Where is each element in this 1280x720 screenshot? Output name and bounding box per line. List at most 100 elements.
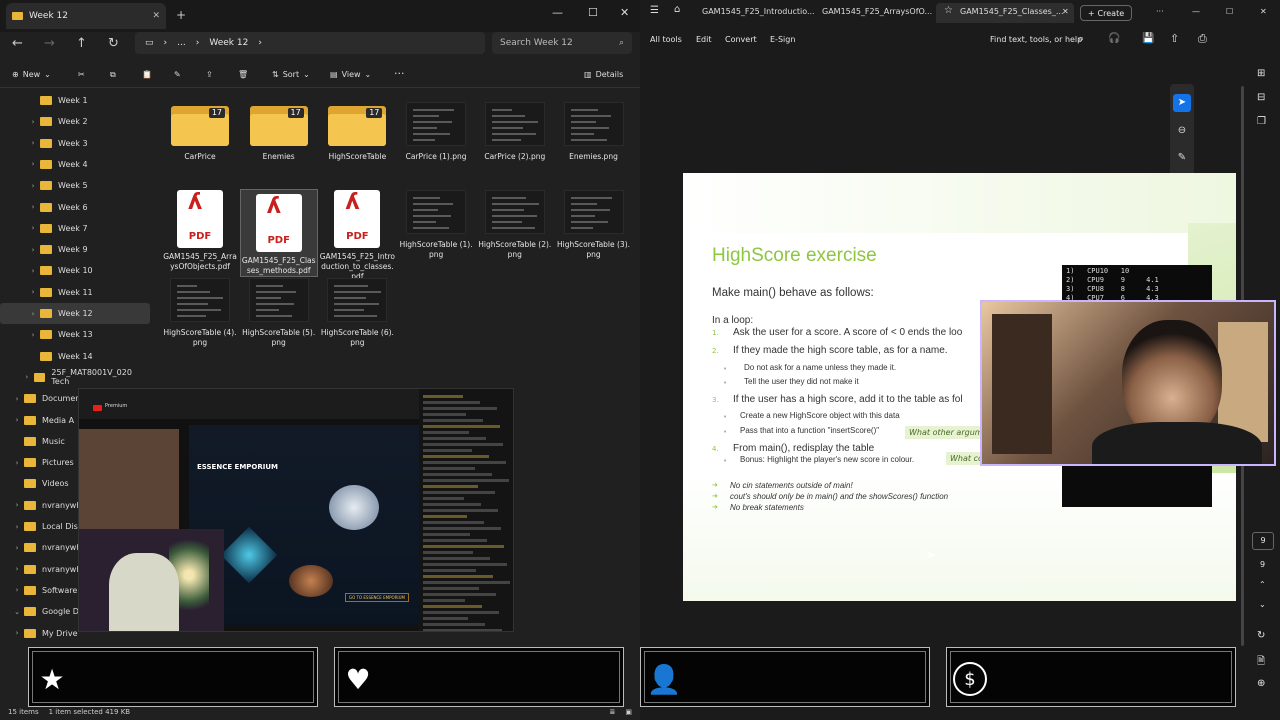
chevron-right-icon[interactable]: › xyxy=(10,459,24,467)
up-arrow-icon[interactable]: ↑ xyxy=(76,36,87,51)
chevron-right-icon[interactable]: › xyxy=(10,544,24,552)
file-item[interactable]: HighScoreTable (1).png xyxy=(398,190,474,260)
list-view-icon[interactable]: ≣ xyxy=(610,708,616,716)
chevron-right-icon[interactable]: › xyxy=(10,523,24,531)
refresh-icon[interactable]: ↻ xyxy=(1257,630,1265,641)
chevron-right-icon[interactable]: › xyxy=(26,310,40,318)
page-number-box[interactable]: 9 xyxy=(1252,532,1274,550)
chevron-right-icon[interactable]: › xyxy=(10,565,24,573)
new-button[interactable]: ⊕ New ⌄ xyxy=(12,70,51,79)
sidebar-item[interactable]: Week 14 xyxy=(0,346,150,367)
chevron-right-icon[interactable]: › xyxy=(26,224,40,232)
chevron-right-icon[interactable]: › xyxy=(26,288,40,296)
zoom-in-icon[interactable]: ⊕ xyxy=(1257,678,1265,689)
sidebar-item[interactable]: Week 1 xyxy=(0,90,150,111)
file-item[interactable]: HighScoreTable (3).png xyxy=(556,190,632,260)
explorer-tab[interactable]: Week 12 ✕ xyxy=(6,3,166,29)
breadcrumb-current[interactable]: Week 12 xyxy=(209,38,248,48)
sidebar-item[interactable]: › Week 12 xyxy=(0,303,150,324)
sidebar-item[interactable]: › Week 5 xyxy=(0,175,150,196)
sort-button[interactable]: ⇅ Sort ⌄ xyxy=(272,70,310,79)
file-item[interactable]: CarPrice (1).png xyxy=(398,102,474,162)
emporium-button[interactable]: GO TO ESSENCE EMPORIUM xyxy=(345,593,409,602)
sidebar-item[interactable]: › Week 7 xyxy=(0,218,150,239)
file-item[interactable]: HighScoreTable (4).png xyxy=(162,278,238,348)
chevron-right-icon[interactable]: › xyxy=(20,373,34,381)
upload-cloud-icon[interactable]: ⇧ xyxy=(1170,32,1179,45)
sidebar-item[interactable]: › Week 6 xyxy=(0,197,150,218)
view-button[interactable]: ▤ View ⌄ xyxy=(330,70,371,79)
create-button[interactable]: + Create xyxy=(1080,5,1132,21)
chevron-right-icon[interactable]: › xyxy=(26,267,40,275)
zoom-icon[interactable]: ⊖ xyxy=(1173,122,1191,140)
pdf-tab-3[interactable]: GAM1545_F25_Classes_... xyxy=(960,7,1063,16)
menu-esign[interactable]: E-Sign xyxy=(770,35,795,44)
pdf-tab-1[interactable]: GAM1545_F25_Introductio... xyxy=(702,7,815,16)
save-icon[interactable]: 💾 xyxy=(1142,33,1154,44)
file-item[interactable]: 17 CarPrice xyxy=(162,102,238,162)
cut-icon[interactable]: ✂ xyxy=(78,70,85,79)
home-icon[interactable]: ⌂ xyxy=(674,4,680,15)
chevron-up-icon[interactable]: ⌃ xyxy=(1259,580,1266,589)
new-tab-button[interactable]: + xyxy=(176,8,186,22)
maximize-button[interactable]: ☐ xyxy=(1226,7,1233,16)
document-icon[interactable]: 🗎 xyxy=(1257,654,1265,671)
close-tab-icon[interactable]: ✕ xyxy=(1062,7,1069,16)
sidebar-item[interactable]: › 25F_MAT8001V_020 Tech xyxy=(0,367,150,388)
read-aloud-icon[interactable]: 🎧 xyxy=(1108,33,1120,44)
back-arrow-icon[interactable]: ← xyxy=(12,36,23,51)
file-item[interactable]: HighScoreTable (2).png xyxy=(477,190,553,260)
print-icon[interactable]: ⎙ xyxy=(1198,32,1207,46)
close-button[interactable]: ✕ xyxy=(1260,7,1267,16)
copy-icon[interactable]: ⧉ xyxy=(110,70,116,80)
file-item[interactable]: 17 HighScoreTable xyxy=(319,102,395,162)
file-item[interactable]: Enemies.png xyxy=(556,102,632,162)
sidebar-item[interactable]: › Week 3 xyxy=(0,133,150,154)
chevron-right-icon[interactable]: › xyxy=(10,501,24,509)
pages-icon[interactable]: ❐ xyxy=(1257,116,1266,127)
minimize-button[interactable]: — xyxy=(1192,7,1200,16)
address-bar[interactable]: ▭ › ... › Week 12 › xyxy=(135,32,485,54)
menu-convert[interactable]: Convert xyxy=(725,35,757,44)
delete-icon[interactable]: 🗑 xyxy=(238,70,248,79)
file-item[interactable]: ʎ PDF GAM1545_F25_Introduction_to_classes.… xyxy=(319,190,395,282)
chevron-right-icon[interactable]: › xyxy=(10,629,24,637)
address-overflow[interactable]: ... xyxy=(177,38,186,48)
search-icon[interactable]: ⌕ xyxy=(1078,32,1084,46)
find-text-input[interactable]: Find text, tools, or help xyxy=(990,35,1082,44)
pdf-tab-2[interactable]: GAM1545_F25_ArraysOfO... xyxy=(822,7,932,16)
chevron-right-icon[interactable]: › xyxy=(26,139,40,147)
chevron-right-icon[interactable]: ⌄ xyxy=(10,608,24,616)
file-item[interactable]: HighScoreTable (6).png xyxy=(319,278,395,348)
more-options-button[interactable]: ··· xyxy=(394,67,405,80)
chevron-right-icon[interactable]: › xyxy=(26,182,40,190)
sidebar-item[interactable]: › Week 11 xyxy=(0,282,150,303)
file-item[interactable]: ʎ PDF GAM1545_F25_Classes_methods.pdf xyxy=(239,189,318,277)
search-box[interactable]: Search Week 12 ⌕ xyxy=(492,32,632,54)
sidebar-item[interactable]: › Week 13 xyxy=(0,324,150,345)
forward-arrow-icon[interactable]: → xyxy=(44,36,55,51)
sidebar-item[interactable]: › Week 2 xyxy=(0,111,150,132)
bookmark-icon[interactable]: ⊟ xyxy=(1257,92,1265,103)
file-item[interactable]: 17 Enemies xyxy=(241,102,317,162)
chevron-right-icon[interactable]: › xyxy=(26,160,40,168)
maximize-button[interactable]: ☐ xyxy=(588,6,598,19)
refresh-icon[interactable]: ↻ xyxy=(108,36,119,51)
close-tab-icon[interactable]: ✕ xyxy=(152,11,160,21)
paste-icon[interactable]: 📋 xyxy=(142,70,152,79)
menu-all-tools[interactable]: All tools xyxy=(650,35,682,44)
menu-edit[interactable]: Edit xyxy=(696,35,712,44)
chevron-right-icon[interactable]: › xyxy=(26,331,40,339)
comment-icon[interactable]: ⊞ xyxy=(1257,68,1265,79)
chevron-right-icon[interactable]: › xyxy=(26,203,40,211)
select-cursor-icon[interactable]: ➤ xyxy=(1173,94,1191,112)
hamburger-menu-icon[interactable]: ☰ xyxy=(650,5,659,16)
sidebar-item[interactable]: › Week 9 xyxy=(0,239,150,260)
sidebar-item[interactable]: › Week 4 xyxy=(0,154,150,175)
tile-view-icon[interactable]: ▣ xyxy=(625,708,632,716)
rename-icon[interactable]: ✎ xyxy=(174,70,181,79)
details-button[interactable]: ▥ Details xyxy=(584,70,623,79)
chevron-right-icon[interactable]: › xyxy=(26,118,40,126)
chevron-right-icon[interactable]: › xyxy=(10,416,24,424)
close-button[interactable]: ✕ xyxy=(620,6,629,19)
